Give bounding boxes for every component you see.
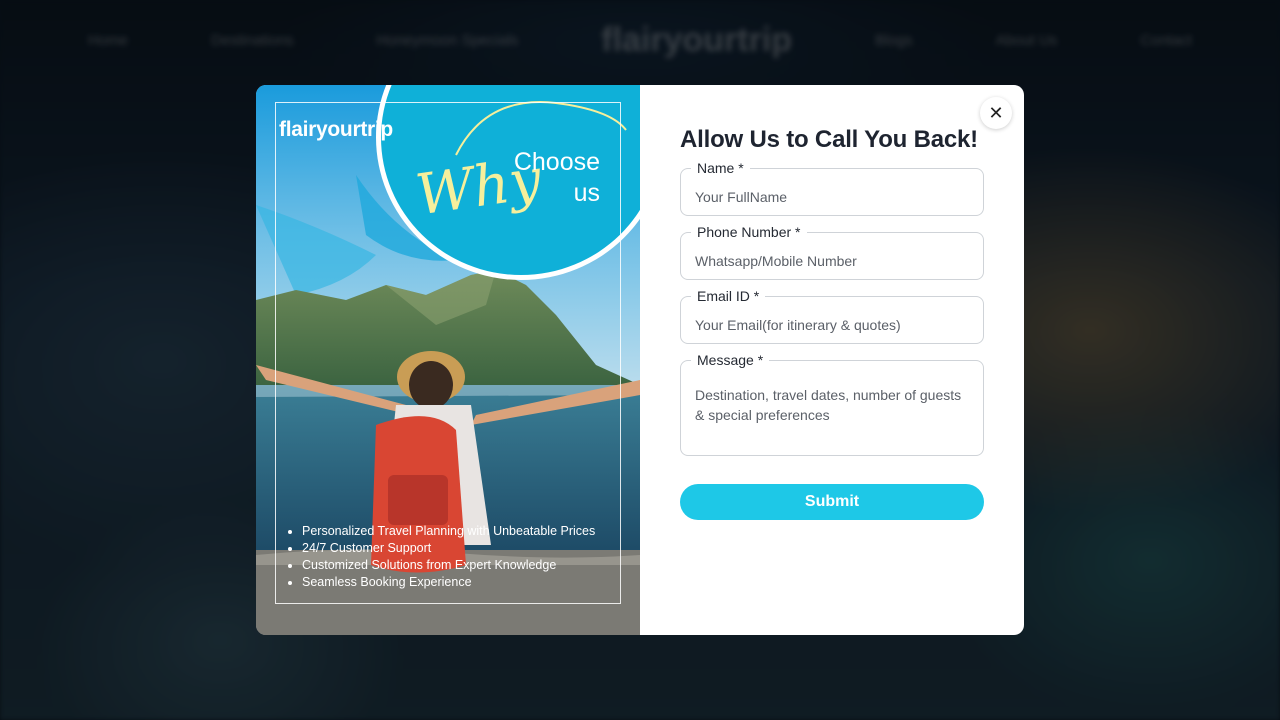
feature-item: 24/7 Customer Support bbox=[302, 540, 595, 557]
phone-label: Phone Number * bbox=[691, 223, 807, 241]
close-icon: ✕ bbox=[988, 102, 1004, 123]
form-title: Allow Us to Call You Back! bbox=[680, 126, 978, 153]
name-field: Name * bbox=[680, 159, 984, 216]
feature-item: Customized Solutions from Expert Knowled… bbox=[302, 557, 595, 574]
brand-logo: flairyourtrip bbox=[279, 118, 393, 141]
email-field: Email ID * bbox=[680, 287, 984, 344]
email-label: Email ID * bbox=[691, 287, 766, 305]
name-label: Name * bbox=[691, 159, 750, 177]
callback-modal: Why Choose us flairyourtrip Personalized… bbox=[256, 85, 1024, 635]
close-button[interactable]: ✕ bbox=[980, 97, 1012, 129]
submit-button[interactable]: Submit bbox=[680, 484, 984, 520]
phone-field: Phone Number * bbox=[680, 223, 984, 280]
message-field: Message * bbox=[680, 351, 984, 456]
name-input[interactable] bbox=[695, 189, 965, 205]
message-textarea[interactable] bbox=[695, 385, 965, 445]
feature-list: Personalized Travel Planning with Unbeat… bbox=[302, 523, 595, 591]
promo-panel: Why Choose us flairyourtrip Personalized… bbox=[256, 85, 640, 635]
callback-form: Allow Us to Call You Back! Name * Phone … bbox=[640, 85, 1024, 635]
message-label: Message * bbox=[691, 351, 770, 369]
email-input[interactable] bbox=[695, 317, 965, 333]
phone-input[interactable] bbox=[695, 253, 965, 269]
feature-item: Personalized Travel Planning with Unbeat… bbox=[302, 523, 595, 540]
feature-item: Seamless Booking Experience bbox=[302, 574, 595, 591]
